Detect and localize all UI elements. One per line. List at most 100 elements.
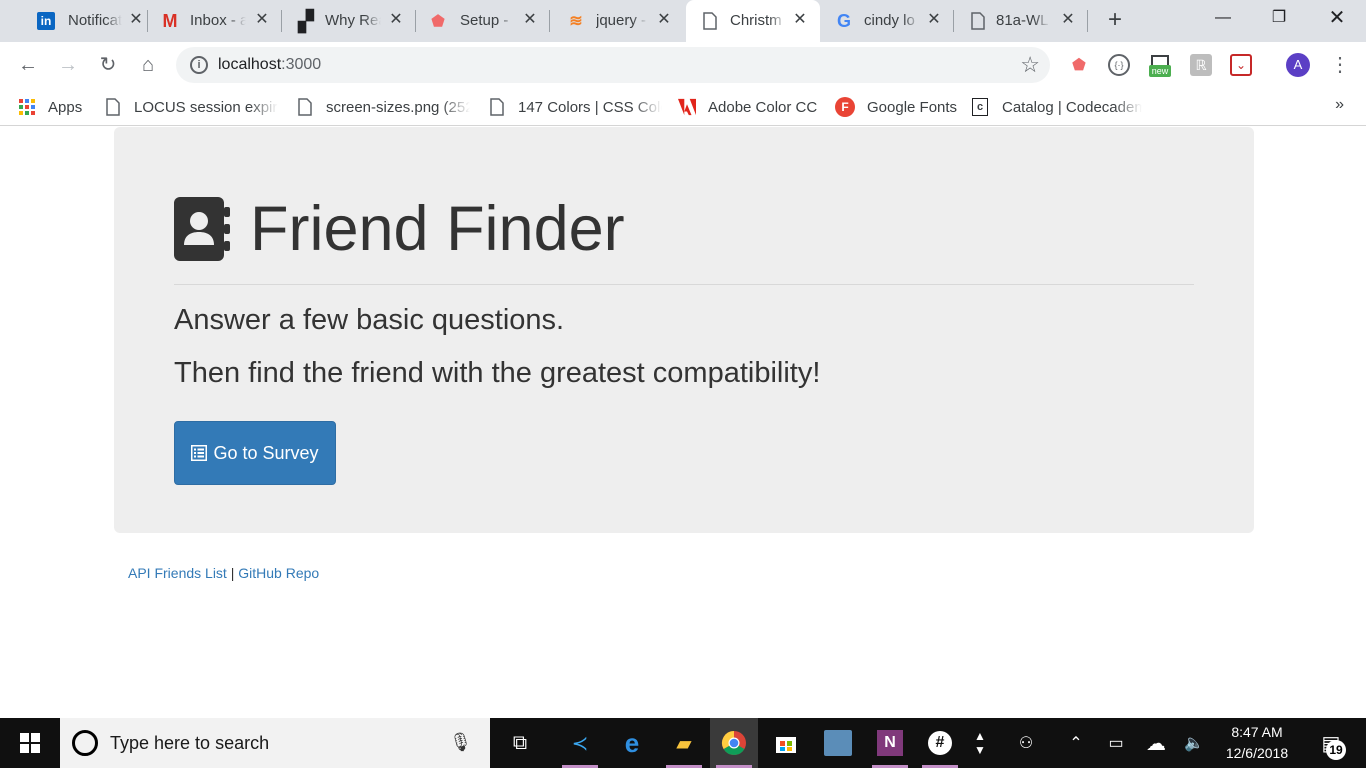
lead-text-2: Then find the friend with the greatest c… [174,357,821,389]
bookmark-adobe-color[interactable]: Adobe Color CC [678,96,817,118]
scroll-taskbar[interactable]: ▲ ▼ [970,718,990,768]
clock-time: 8:47 AM [1231,724,1283,740]
clock-date: 12/6/2018 [1225,745,1289,761]
extension-code-icon[interactable]: {·} [1108,54,1130,76]
extension-play-icon[interactable]: ⬟ [1068,54,1090,76]
browser-menu-icon[interactable]: ⋮ [1330,52,1350,78]
edge-icon[interactable]: e [608,718,656,768]
show-hidden-icons[interactable]: ⌃ [1062,718,1090,768]
windows-icon [20,733,40,753]
close-icon[interactable]: ✕ [790,10,810,30]
reload-button[interactable]: ↻ [94,51,122,79]
close-icon[interactable]: ✕ [126,10,146,30]
bookmark-label: Google Fonts [867,98,958,116]
page-icon [700,11,720,31]
tab-title: Setup - [460,12,509,29]
tab-title: Why Rea [325,12,381,29]
address-bar[interactable]: i localhost:3000 ☆ [176,47,1050,83]
chrome-icon[interactable] [710,718,758,768]
tab-setup[interactable]: ⬟ Setup - ✕ [416,0,550,42]
bookmark-screen-sizes[interactable]: screen-sizes.png (252 [296,96,470,118]
info-icon[interactable]: i [190,56,208,74]
squares-icon: ▞ [298,10,314,33]
close-icon[interactable]: ✕ [386,10,406,30]
linkedin-icon: in [37,12,55,30]
action-center-button[interactable]: ▤ 19 [1308,718,1354,768]
close-icon[interactable]: ✕ [520,10,540,30]
footer-separator: | [226,565,239,581]
volume-icon[interactable]: 🔈 [1178,718,1210,768]
extension-new-icon[interactable]: new [1148,52,1172,80]
tab-81a[interactable]: 81a-WL ✕ [954,0,1088,42]
tab-linkedin[interactable]: in Notificat ✕ [12,0,148,42]
profile-avatar[interactable]: A [1286,53,1310,77]
lead-text-1: Answer a few basic questions. [174,304,565,336]
onedrive-icon[interactable]: ☁ [1140,718,1172,768]
new-tab-button[interactable]: + [1102,8,1128,34]
tab-google-search[interactable]: G cindy lo ✕ [820,0,954,42]
vscode-icon[interactable]: ≺ [556,718,604,768]
tab-title: Christm [730,12,782,29]
page-icon [296,98,314,116]
tab-christmas[interactable]: Christm ✕ [686,0,820,42]
restore-button[interactable]: ❐ [1256,0,1302,36]
notification-count: 19 [1326,740,1346,760]
bookmark-codecademy[interactable]: c Catalog | Codecadem [972,96,1142,118]
github-repo-link[interactable]: GitHub Repo [238,565,319,581]
windows-taskbar: Type here to search 🎙 ⧉ ≺ e ▰ N # ▲ ▼ ⚇ ⌃… [0,718,1366,768]
slack-icon[interactable]: # [916,718,964,768]
close-icon[interactable]: ✕ [924,10,944,30]
apps-icon [18,98,36,116]
bookmark-label: screen-sizes.png (252 [326,98,470,116]
extension-grey-icon[interactable]: ℝ [1190,54,1212,76]
stackoverflow-icon: ≋ [569,13,583,30]
taskbar-search[interactable]: Type here to search 🎙 [60,718,490,768]
tab-gmail[interactable]: M Inbox - a ✕ [148,0,282,42]
bookmark-locus[interactable]: LOCUS session expire [104,96,278,118]
address-url[interactable]: localhost:3000 [218,56,321,74]
close-icon[interactable]: ✕ [252,10,272,30]
google-icon: G [836,10,851,31]
onenote-icon[interactable]: N [866,718,914,768]
forward-button[interactable]: → [54,51,82,79]
bookmark-google-fonts[interactable]: F Google Fonts [835,96,957,118]
tab-title: Notificat [68,12,122,29]
adobe-icon [678,98,696,116]
tab-jquery[interactable]: ≋ jquery - ✕ [550,0,684,42]
bookmark-label: Apps [48,98,83,116]
store-icon[interactable] [762,718,810,768]
page-heading: Friend Finder [250,194,625,264]
api-friends-list-link[interactable]: API Friends List [128,565,227,581]
task-view-icon[interactable]: ⧉ [496,718,544,768]
people-icon[interactable]: ⚇ [1008,718,1044,768]
page-icon [488,98,506,116]
extension-pocket-icon[interactable]: ⌄ [1230,54,1252,76]
tab-why-react[interactable]: ▞ Why Rea ✕ [282,0,416,42]
home-button[interactable]: ⌂ [134,51,162,79]
close-window-button[interactable]: ✕ [1314,0,1360,36]
minimize-button[interactable]: — [1200,0,1246,36]
bookmarks-more-button[interactable]: » [1335,96,1344,114]
go-to-survey-button[interactable]: Go to Survey [174,421,336,485]
address-book-icon [174,197,230,261]
bookmarks-bar: Apps LOCUS session expire screen-sizes.p… [0,88,1366,126]
close-icon[interactable]: ✕ [1058,10,1078,30]
start-button[interactable] [0,718,60,768]
close-icon[interactable]: ✕ [654,10,674,30]
mysql-workbench-icon[interactable] [814,718,862,768]
microphone-icon[interactable]: 🎙 [449,732,472,753]
bookmark-label: Catalog | Codecadem [1002,98,1142,116]
bookmark-apps[interactable]: Apps [18,96,82,118]
back-button[interactable]: ← [14,51,42,79]
bookmark-css-colors[interactable]: 147 Colors | CSS Colo [488,96,662,118]
bookmark-star-icon[interactable]: ☆ [1020,52,1040,78]
tab-title: jquery - [596,12,647,29]
system-clock[interactable]: 8:47 AM 12/6/2018 [1214,722,1300,764]
list-icon [191,445,208,461]
bookmark-label: LOCUS session expire [134,98,278,116]
tab-title: 81a-WL [996,12,1049,29]
survey-button-label: Go to Survey [213,442,319,463]
battery-icon[interactable]: ▭ [1100,718,1132,768]
file-explorer-icon[interactable]: ▰ [660,718,708,768]
page-icon [104,98,122,116]
